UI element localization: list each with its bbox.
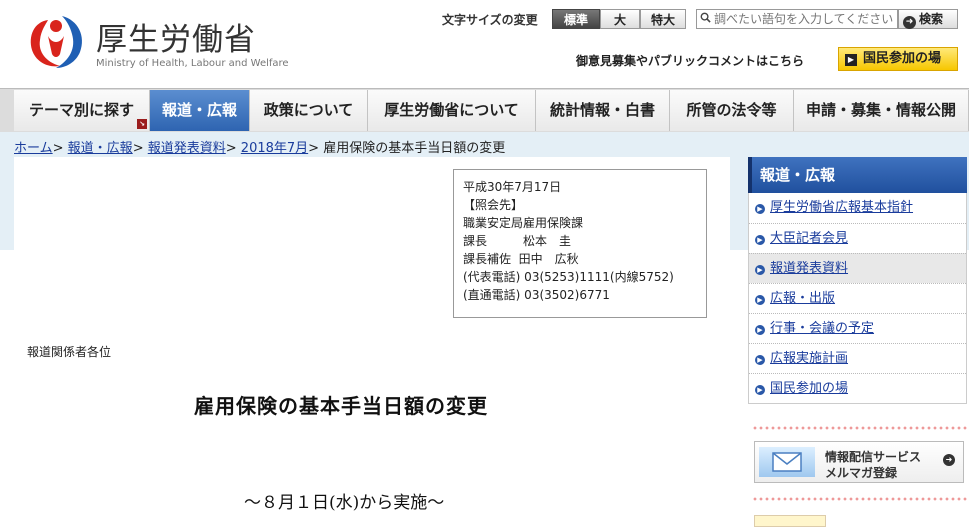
opinion-link[interactable]: 御意見募集やパブリックコメントはこちら xyxy=(576,52,804,69)
sidebar-list: ▶ 厚生労働省広報基本指針 ▶ 大臣記者会見 ▶ 報道発表資料 ▶ 広報・出版 ▶ 行事・… xyxy=(748,193,967,404)
envelope-icon xyxy=(759,447,815,477)
search-input[interactable] xyxy=(714,10,894,28)
arrow-right-icon: ▶ xyxy=(755,325,765,335)
sidebar-item-pr-plan[interactable]: ▶ 広報実施計画 xyxy=(749,343,966,373)
breadcrumb-releases[interactable]: 報道発表資料 xyxy=(148,141,226,156)
nav-label: テーマ別に探す xyxy=(28,101,134,119)
sidebar-item-label[interactable]: 報道発表資料 xyxy=(770,261,848,276)
sidebar-item-label[interactable]: 大臣記者会見 xyxy=(770,231,848,246)
font-size-label: 文字サイズの変更 xyxy=(442,13,538,27)
participation-button[interactable]: ▶ 国民参加の場 xyxy=(838,47,958,71)
sidebar-item-guideline[interactable]: ▶ 厚生労働省広報基本指針 xyxy=(749,193,966,223)
breadcrumb-current: 雇用保険の基本手当日額の変更 xyxy=(323,141,506,156)
contact-chief: 課長 松本 圭 xyxy=(463,234,572,248)
page-title: 雇用保険の基本手当日額の変更 xyxy=(194,394,488,418)
sidebar-next-banner[interactable] xyxy=(754,515,826,527)
contact-box: 平成30年7月17日 【照会先】 職業安定局雇用保険課 課長 松本 圭 課長補佐… xyxy=(453,169,707,318)
contact-direct-phone: (直通電話) 03(3502)6771 xyxy=(463,288,610,302)
breadcrumb-separator: > xyxy=(132,141,144,156)
sidebar-item-events[interactable]: ▶ 行事・会議の予定 xyxy=(749,313,966,343)
corner-arrow-icon: ↘ xyxy=(137,119,147,129)
sidebar-item-label[interactable]: 広報実施計画 xyxy=(770,351,848,366)
sidebar-item-participation[interactable]: ▶ 国民参加の場 xyxy=(749,373,966,403)
breadcrumb-press[interactable]: 報道・広報 xyxy=(68,141,133,156)
participation-button-label: 国民参加の場 xyxy=(863,51,942,66)
divider xyxy=(752,497,967,501)
arrow-right-icon: ▶ xyxy=(755,204,765,214)
global-nav: テーマ別に探す ↘ 報道・広報 政策について 厚生労働省について 統計情報・白書 … xyxy=(14,90,969,131)
nav-policy[interactable]: 政策について xyxy=(250,90,368,131)
arrow-right-icon: ▶ xyxy=(755,235,765,245)
recipients: 報道関係者各位 xyxy=(27,345,112,359)
breadcrumb-separator: > xyxy=(52,141,64,156)
sidebar-item-label[interactable]: 広報・出版 xyxy=(770,291,835,306)
arrow-right-icon: ▶ xyxy=(755,355,765,365)
nav-laws[interactable]: 所管の法令等 xyxy=(670,90,794,131)
nav-press[interactable]: 報道・広報 xyxy=(150,90,250,131)
nav-applications[interactable]: 申請・募集・情報公開 xyxy=(794,90,969,131)
sidebar-item-label[interactable]: 国民参加の場 xyxy=(770,381,848,396)
mhlw-logo-icon[interactable] xyxy=(26,8,88,72)
page-subtitle: ～８月１日(水)から実施～ xyxy=(244,493,445,513)
sidebar-item-press-conference[interactable]: ▶ 大臣記者会見 xyxy=(749,223,966,253)
search-icon xyxy=(700,12,711,23)
font-size-large-button[interactable]: 大 xyxy=(600,9,640,29)
font-size-xlarge-button[interactable]: 特大 xyxy=(640,9,686,29)
contact-main-phone: (代表電話) 03(5253)1111(内線5752) xyxy=(463,270,674,284)
sidebar-item-label[interactable]: 厚生労働省広報基本指針 xyxy=(770,200,913,215)
divider xyxy=(752,426,967,430)
mail-banner-line1: 情報配信サービス xyxy=(825,450,922,464)
sidebar-item-releases[interactable]: ▶ 報道発表資料 xyxy=(749,253,966,283)
breadcrumb-separator: > xyxy=(225,141,237,156)
mail-banner-line2: メルマガ登録 xyxy=(825,466,898,480)
sidebar-heading[interactable]: 報道・広報 xyxy=(748,157,967,193)
nav-statistics[interactable]: 統計情報・白書 xyxy=(536,90,670,131)
sidebar-item-label[interactable]: 行事・会議の予定 xyxy=(770,321,874,336)
breadcrumb-month[interactable]: 2018年7月 xyxy=(241,141,308,156)
site-title[interactable]: 厚生労働省 xyxy=(96,14,256,59)
contact-heading: 【照会先】 xyxy=(463,198,524,212)
site-header: 厚生労働省 Ministry of Health, Labour and Wel… xyxy=(0,0,969,88)
arrow-right-icon: ▶ xyxy=(755,295,765,305)
contact-department: 職業安定局雇用保険課 xyxy=(463,216,584,230)
search-box xyxy=(696,9,898,29)
arrow-right-icon: ▶ xyxy=(755,385,765,395)
sidebar-item-publications[interactable]: ▶ 広報・出版 xyxy=(749,283,966,313)
arrow-right-icon: ▶ xyxy=(755,265,765,275)
nav-about[interactable]: 厚生労働省について xyxy=(368,90,536,131)
release-date: 平成30年7月17日 xyxy=(463,180,562,194)
contact-deputy: 課長補佐 田中 広秋 xyxy=(463,252,579,266)
breadcrumb-separator: > xyxy=(308,141,320,156)
nav-theme[interactable]: テーマ別に探す ↘ xyxy=(14,90,150,131)
search-button-label: 検索 xyxy=(919,12,944,26)
mail-magazine-banner[interactable]: 情報配信サービス メルマガ登録 ➜ xyxy=(754,441,964,483)
arrow-right-icon: ➜ xyxy=(943,454,955,466)
arrow-right-icon: ▶ xyxy=(845,54,857,66)
search-button[interactable]: ➜ 検索 xyxy=(898,9,958,29)
font-size-standard-button[interactable]: 標準 xyxy=(552,9,600,29)
arrow-right-icon: ➜ xyxy=(903,16,916,29)
breadcrumb: ホーム> 報道・広報> 報道発表資料> 2018年7月> 雇用保険の基本手当日額… xyxy=(14,137,505,156)
site-subtitle: Ministry of Health, Labour and Welfare xyxy=(96,58,289,69)
breadcrumb-home[interactable]: ホーム xyxy=(14,141,53,156)
